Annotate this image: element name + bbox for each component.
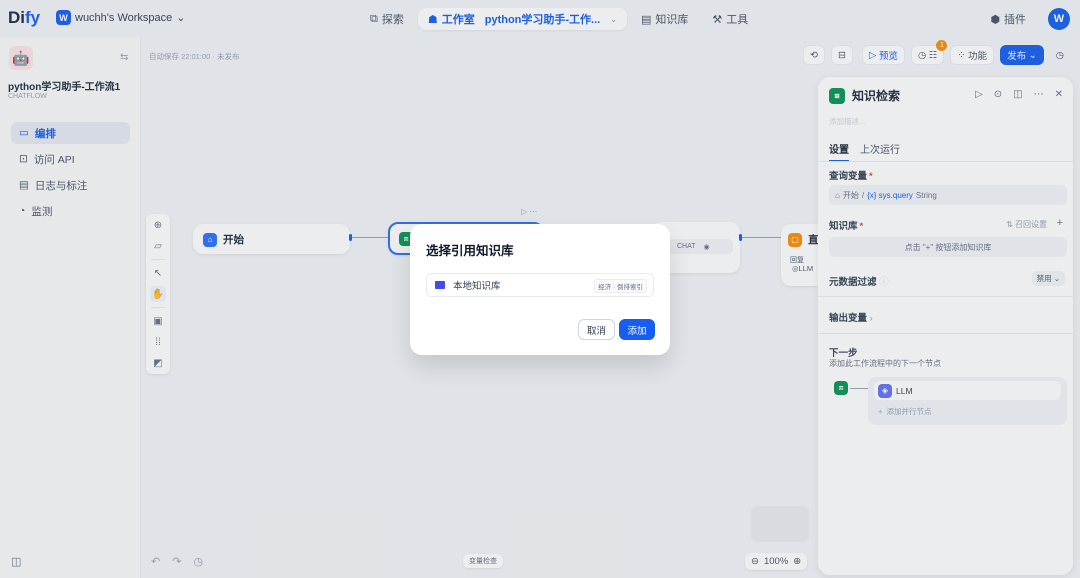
cancel-button[interactable]: 取消 xyxy=(578,319,615,340)
knowledge-option[interactable]: 本地知识库 经济 · 倒排索引 xyxy=(426,273,654,297)
add-button[interactable]: 添加 xyxy=(619,319,655,340)
knowledge-option-tag: 经济 · 倒排索引 xyxy=(594,279,647,293)
select-knowledge-modal: 选择引用知识库 本地知识库 经济 · 倒排索引 取消 添加 xyxy=(410,224,670,355)
folder-icon xyxy=(435,281,445,289)
modal-title: 选择引用知识库 xyxy=(426,244,514,258)
knowledge-option-name: 本地知识库 xyxy=(453,281,501,292)
